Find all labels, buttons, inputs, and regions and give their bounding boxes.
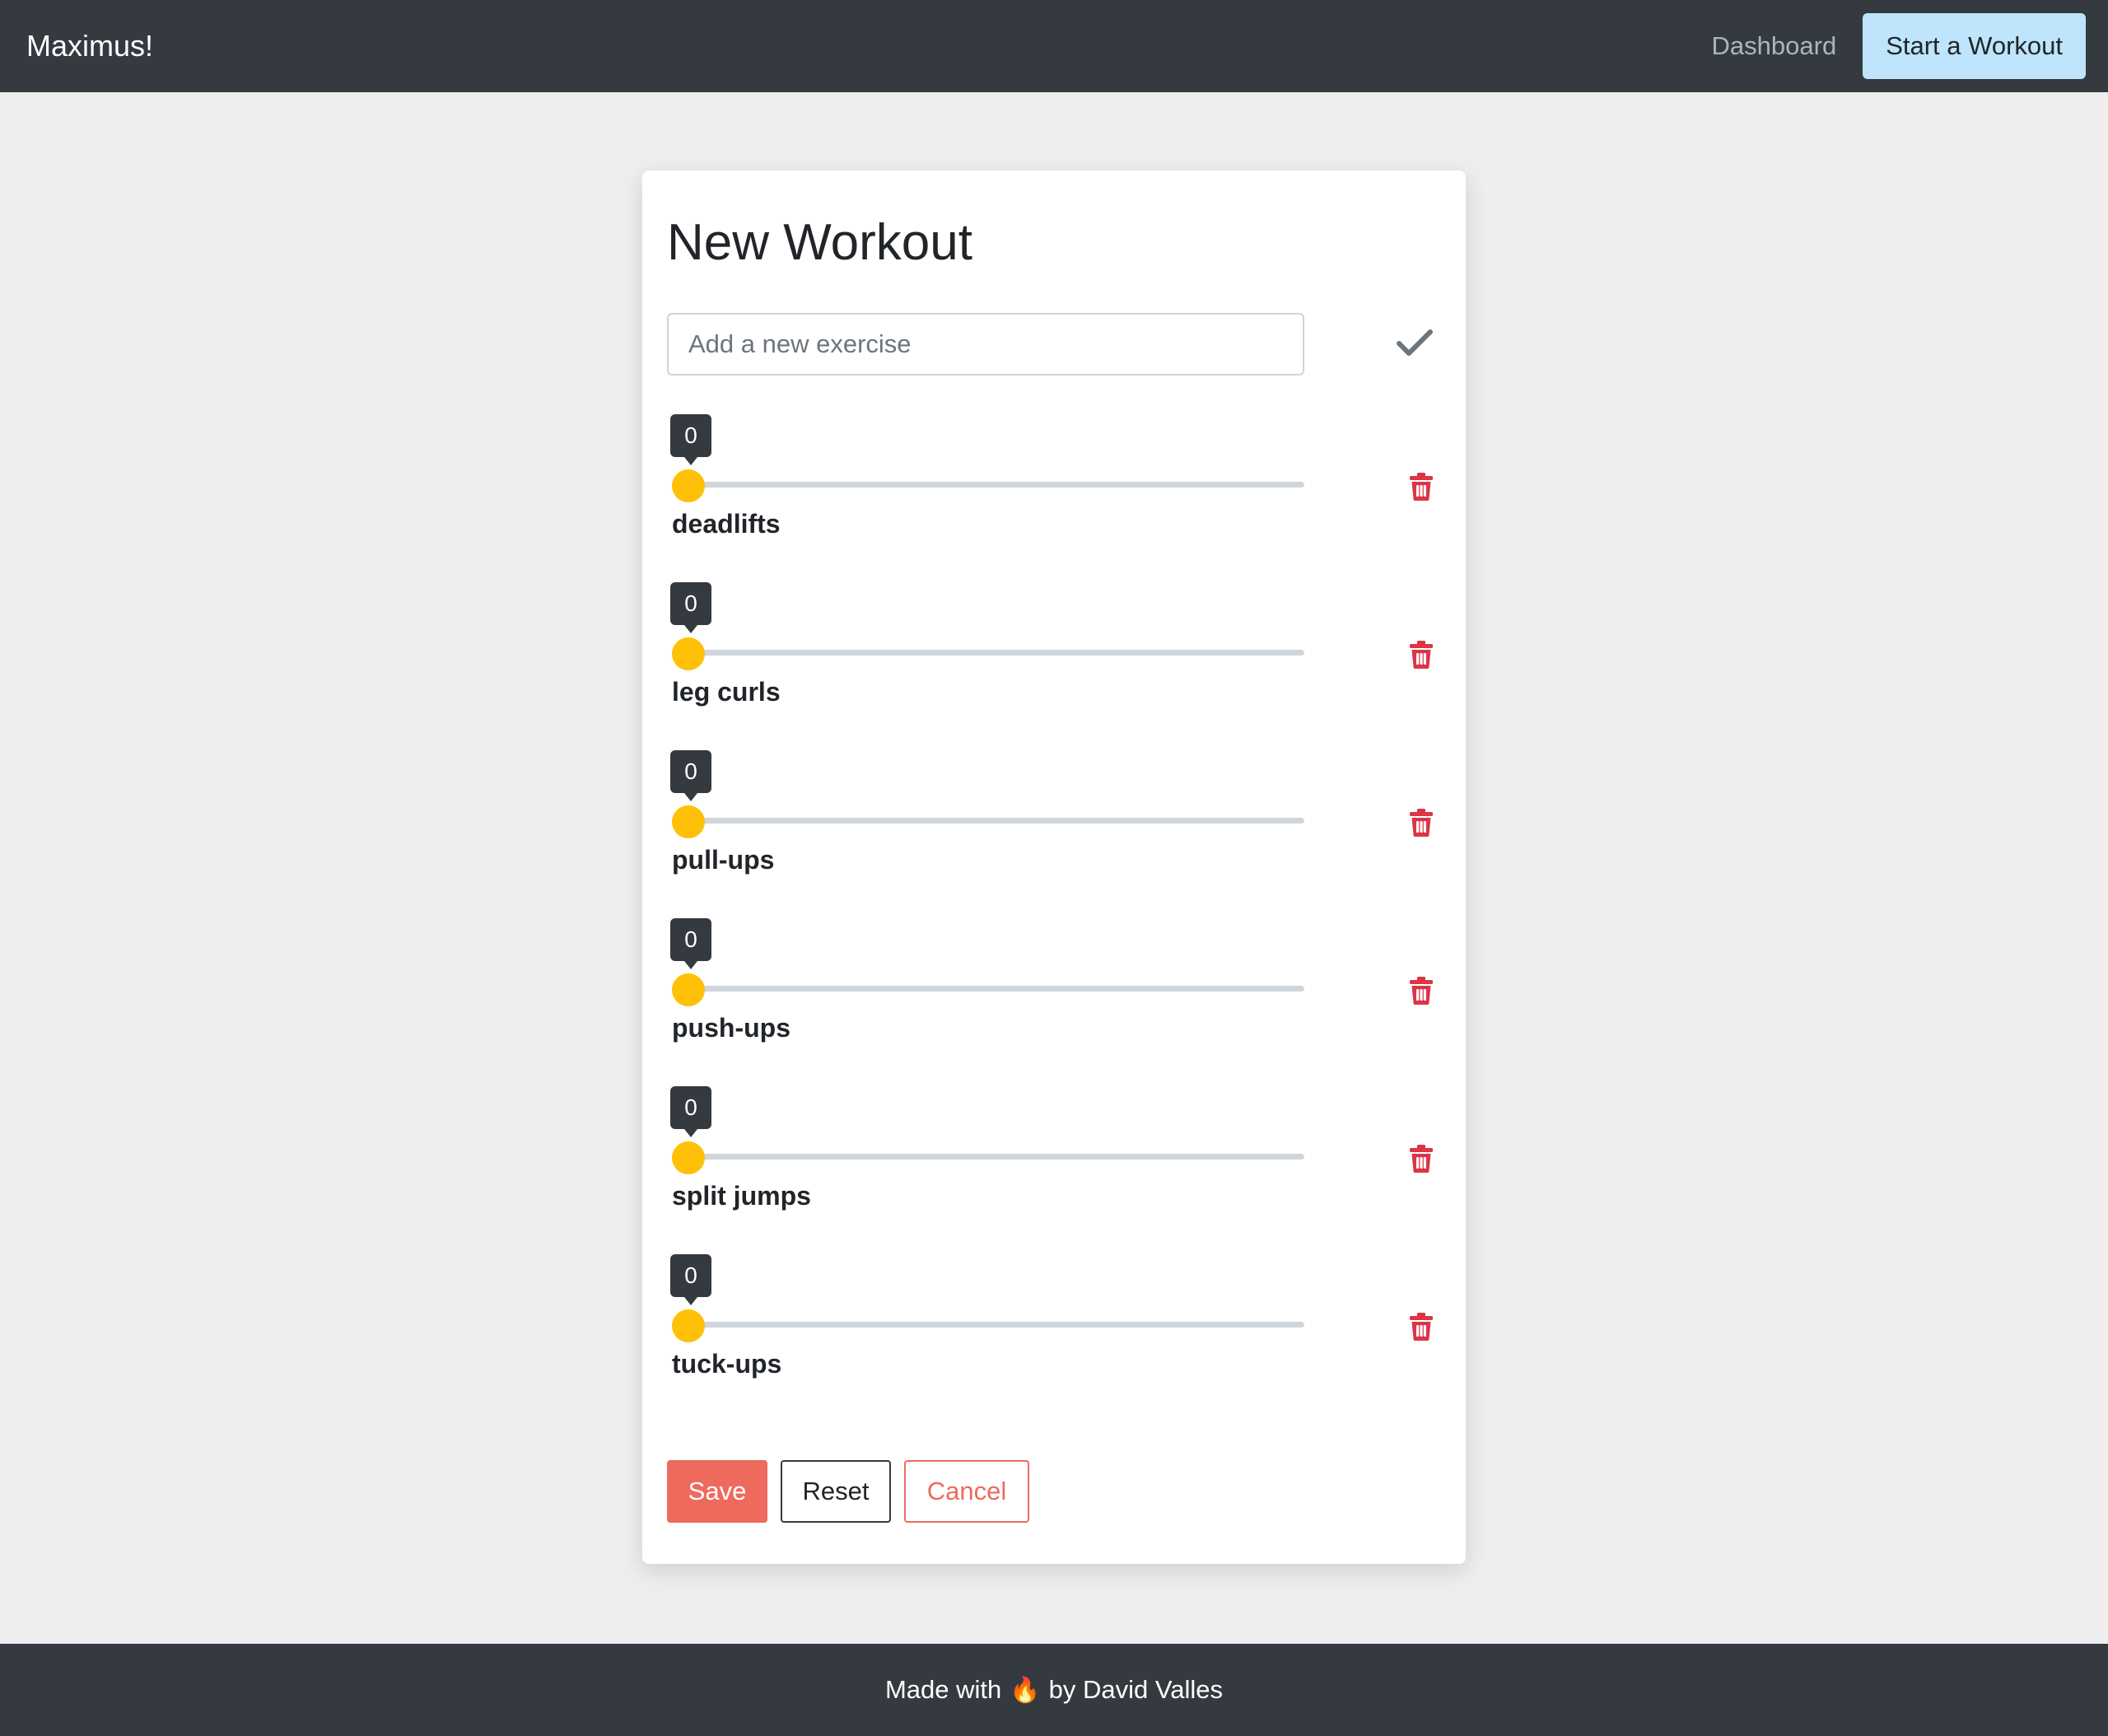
delete-exercise-button[interactable] xyxy=(1397,1134,1446,1183)
delete-exercise-button[interactable] xyxy=(1397,966,1446,1015)
footer: Made with 🔥 by David Valles xyxy=(0,1644,2108,1736)
slider-thumb[interactable] xyxy=(672,469,705,502)
slider-track[interactable] xyxy=(672,1154,1304,1160)
cancel-button[interactable]: Cancel xyxy=(904,1460,1029,1523)
delete-exercise-button[interactable] xyxy=(1397,630,1446,679)
start-workout-button[interactable]: Start a Workout xyxy=(1863,13,2086,79)
slider-track[interactable] xyxy=(672,1322,1304,1328)
delete-exercise-button[interactable] xyxy=(1397,798,1446,847)
slider-value-tooltip: 0 xyxy=(670,1086,711,1137)
trash-icon xyxy=(1410,1145,1433,1173)
exercise-row: 0 tuck-ups xyxy=(667,1254,1441,1422)
footer-author: by David Valles xyxy=(1048,1675,1223,1704)
slider-thumb[interactable] xyxy=(672,637,705,670)
brand-logo[interactable]: Maximus! xyxy=(26,29,153,63)
slider-track[interactable] xyxy=(672,818,1304,824)
nav-link-dashboard[interactable]: Dashboard xyxy=(1712,31,1837,61)
delete-exercise-button[interactable] xyxy=(1397,1302,1446,1351)
form-actions: Save Reset Cancel xyxy=(667,1460,1029,1523)
slider-track[interactable] xyxy=(672,650,1304,656)
trash-icon xyxy=(1410,473,1433,501)
slider-thumb[interactable] xyxy=(672,1309,705,1342)
nav-right: Dashboard Start a Workout xyxy=(1712,13,2086,79)
exercise-row: 0 leg curls xyxy=(667,582,1441,750)
exercise-label: split jumps xyxy=(672,1181,811,1211)
add-exercise-button[interactable] xyxy=(1390,319,1439,368)
exercise-row: 0 split jumps xyxy=(667,1086,1441,1254)
navbar: Maximus! Dashboard Start a Workout xyxy=(0,0,2108,92)
trash-icon xyxy=(1410,641,1433,669)
slider-thumb[interactable] xyxy=(672,973,705,1006)
slider-value-tooltip: 0 xyxy=(670,1254,711,1305)
slider-thumb[interactable] xyxy=(672,805,705,838)
exercise-label: leg curls xyxy=(672,677,781,707)
exercise-label: tuck-ups xyxy=(672,1349,782,1379)
trash-icon xyxy=(1410,977,1433,1005)
slider-value-tooltip: 0 xyxy=(670,414,711,465)
exercise-row: 0 deadlifts xyxy=(667,414,1441,582)
slider-value-tooltip: 0 xyxy=(670,582,711,633)
trash-icon xyxy=(1410,809,1433,837)
exercise-label: deadlifts xyxy=(672,509,781,539)
fire-icon: 🔥 xyxy=(1010,1676,1041,1704)
slider-track[interactable] xyxy=(672,986,1304,992)
delete-exercise-button[interactable] xyxy=(1397,462,1446,511)
slider-value-tooltip: 0 xyxy=(670,750,711,801)
trash-icon xyxy=(1410,1313,1433,1341)
footer-prefix: Made with xyxy=(884,1675,1002,1704)
exercise-label: pull-ups xyxy=(672,845,775,875)
exercise-label: push-ups xyxy=(672,1013,790,1043)
page-title: New Workout xyxy=(667,214,972,271)
slider-track[interactable] xyxy=(672,482,1304,488)
exercise-row: 0 pull-ups xyxy=(667,750,1441,918)
exercise-row: 0 push-ups xyxy=(667,918,1441,1086)
new-workout-card: New Workout 0 deadlifts 0 leg curls 0 pull-up… xyxy=(642,170,1466,1564)
checkmark-icon xyxy=(1397,329,1433,356)
new-exercise-input[interactable] xyxy=(667,313,1304,376)
save-button[interactable]: Save xyxy=(667,1460,767,1523)
slider-thumb[interactable] xyxy=(672,1141,705,1174)
reset-button[interactable]: Reset xyxy=(781,1460,891,1523)
slider-value-tooltip: 0 xyxy=(670,918,711,969)
